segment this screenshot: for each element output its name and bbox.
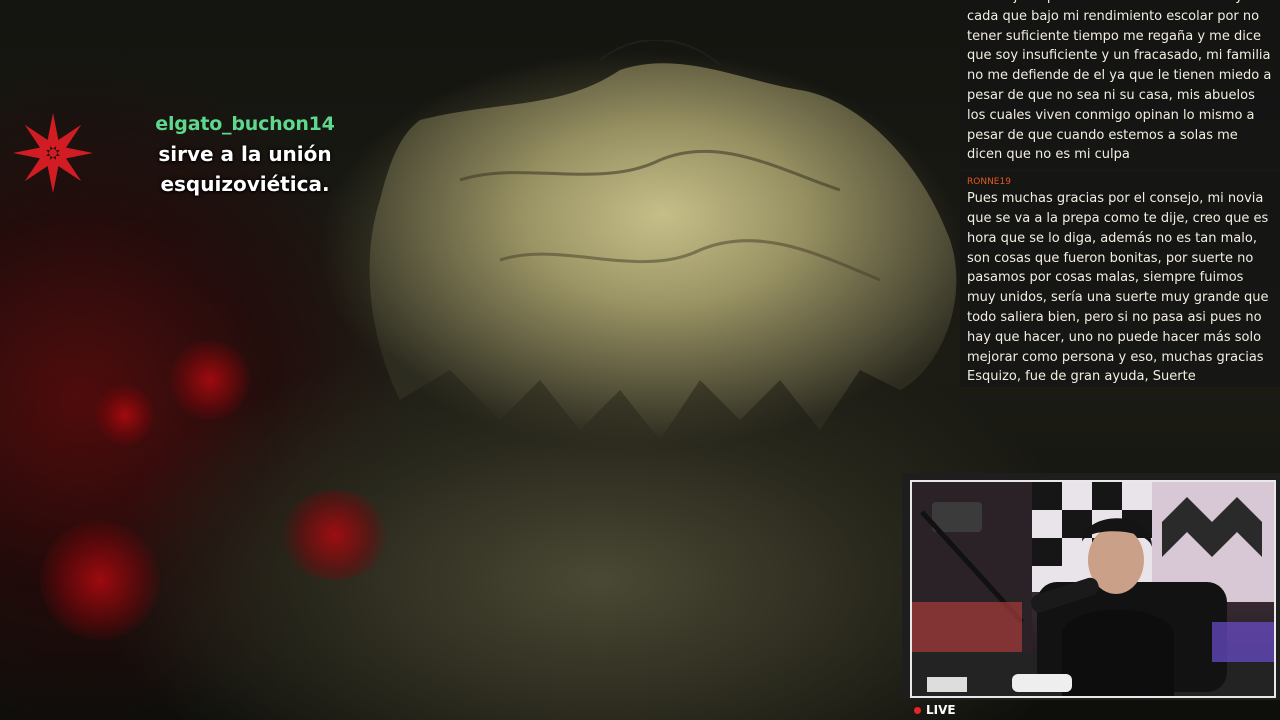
live-dot-icon — [914, 706, 921, 714]
webcam-scene — [912, 482, 1274, 696]
chat-message: a trabajar a pesar de ser menor de edad … — [960, 0, 1280, 170]
blood-splatter — [280, 490, 390, 580]
chat-message: RONNE19 Pues muchas gracias por el conse… — [960, 172, 1280, 388]
alert-message: sirve a la unión esquizoviética. — [140, 139, 350, 199]
donation-alert: elgato_buchon14 sirve a la unión esquizo… — [140, 113, 350, 199]
blood-splatter — [95, 385, 155, 445]
alert-username: elgato_buchon14 — [155, 113, 335, 135]
blood-splatter — [40, 520, 160, 640]
chat-username: RONNE19 — [967, 177, 1011, 188]
stream-screen: elgato_buchon14 sirve a la unión esquizo… — [0, 0, 1280, 720]
alert-message-line: sirve a la unión — [158, 142, 332, 166]
chat-overlay: a trabajar a pesar de ser menor de edad … — [960, 0, 1280, 410]
live-label: LIVE — [926, 703, 956, 717]
live-indicator: LIVE — [914, 702, 956, 718]
chat-message-text: a trabajar a pesar de ser menor de edad … — [967, 0, 1272, 163]
chat-message-text: Pues muchas gracias por el consejo, mi n… — [967, 191, 1269, 385]
blood-splatter — [170, 340, 250, 420]
alert-message-line: esquizoviética. — [160, 172, 330, 196]
webcam-feed — [910, 480, 1276, 698]
game-scene-fabric — [369, 40, 957, 440]
webcam-frame — [902, 473, 1280, 700]
red-star-sigil-icon — [13, 113, 93, 193]
